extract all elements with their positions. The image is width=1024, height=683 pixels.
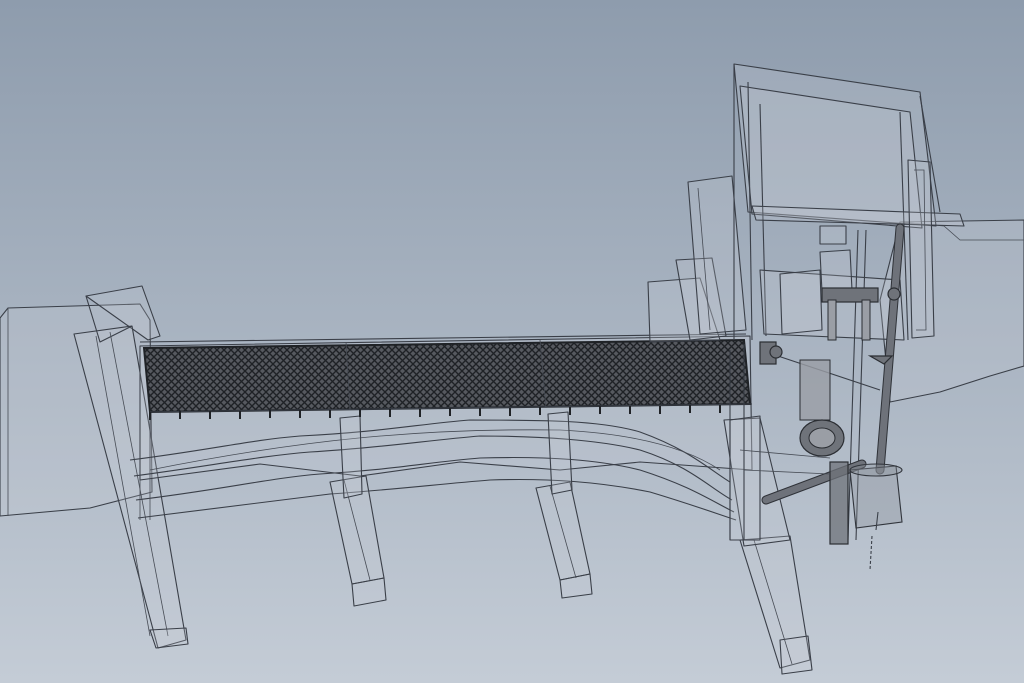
cad-model-scene[interactable] xyxy=(0,0,1024,683)
cad-viewport[interactable] xyxy=(0,0,1024,683)
grating-walkway xyxy=(139,333,753,420)
